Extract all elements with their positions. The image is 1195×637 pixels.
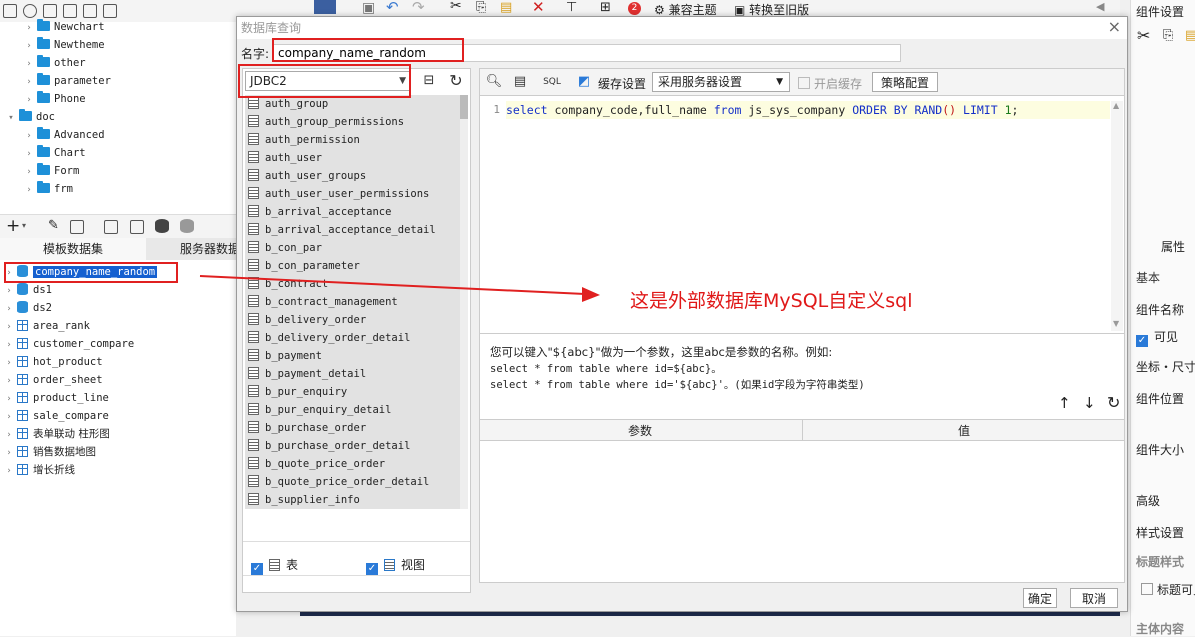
annotation-text: 这是外部数据库MySQL自定义sql — [630, 290, 913, 312]
annotation-arrow — [199, 275, 600, 302]
